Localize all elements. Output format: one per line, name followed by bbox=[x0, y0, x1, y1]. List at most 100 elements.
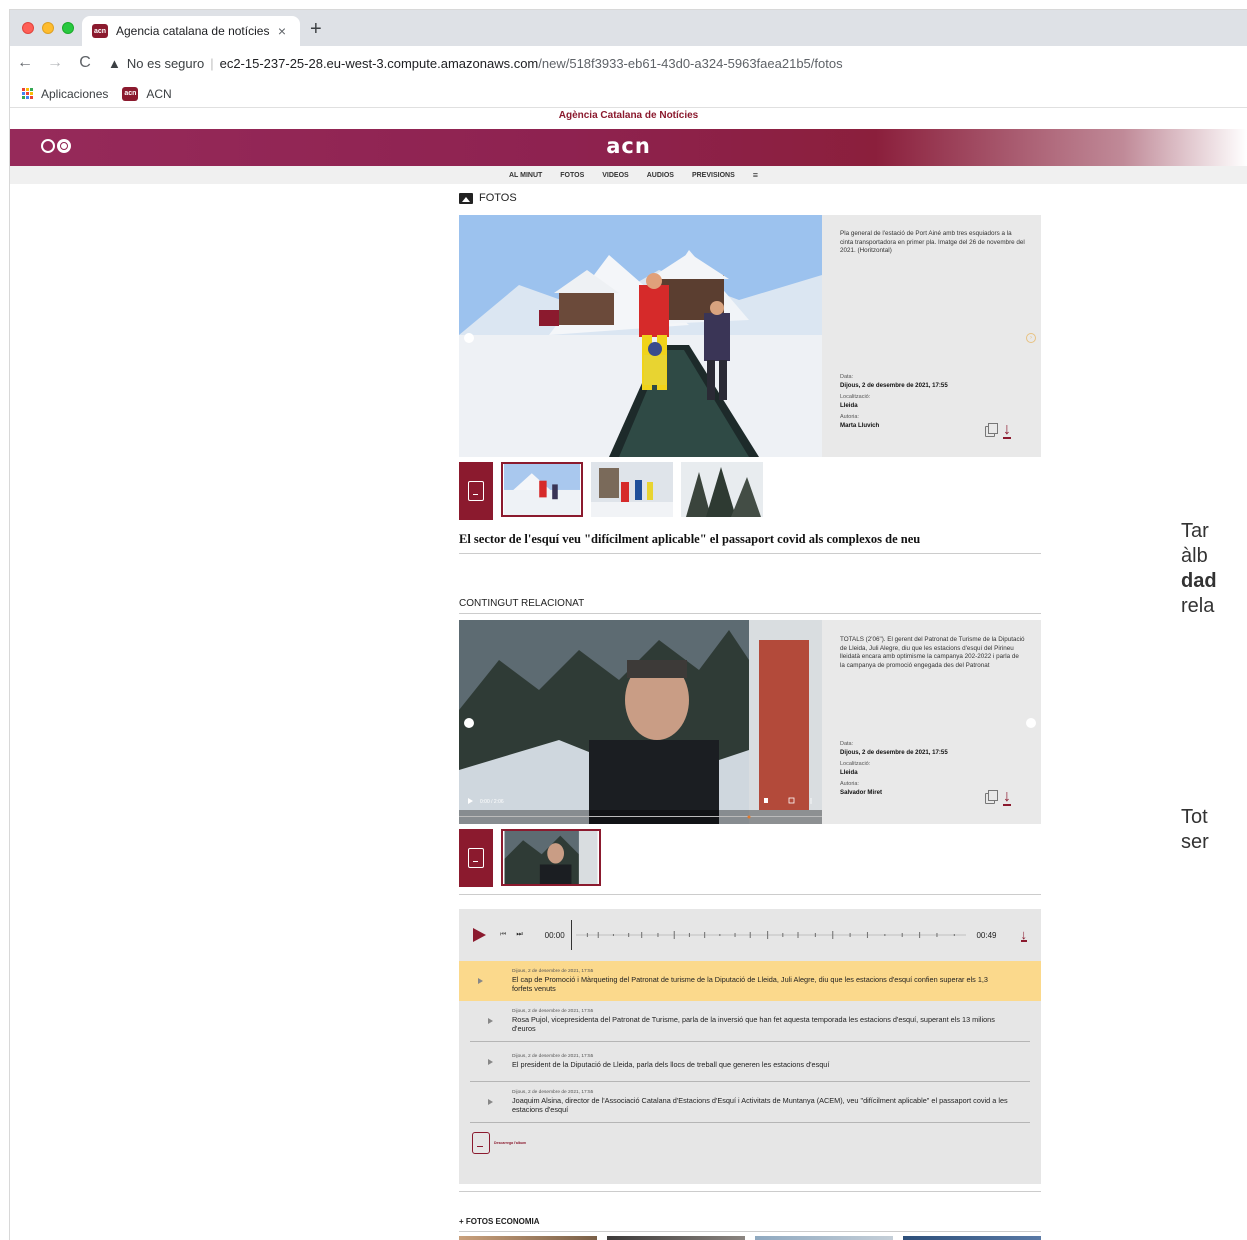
nav-audios[interactable]: AUDIOS bbox=[647, 172, 674, 179]
photo-card[interactable] bbox=[459, 1236, 597, 1240]
forward-button[interactable]: → bbox=[40, 54, 70, 72]
download-album-button[interactable] bbox=[459, 462, 493, 520]
photos-section: FOTOS bbox=[459, 192, 1041, 204]
video-viewer: 0:00 / 2:06 TOTALS (2'06"). El gerent de… bbox=[459, 620, 1041, 824]
close-tab-icon[interactable]: × bbox=[274, 23, 290, 39]
bookmark-apps[interactable]: Aplicaciones bbox=[22, 87, 108, 101]
date-value: Dijous, 2 de desembre de 2021, 17:55 bbox=[840, 748, 948, 756]
side-text-line: ser bbox=[1181, 831, 1209, 853]
play-icon[interactable] bbox=[488, 1099, 493, 1105]
side-text-block-1: Tar àlb dad rela bbox=[1181, 519, 1217, 619]
waveform[interactable] bbox=[575, 929, 967, 941]
acn-favicon: acn bbox=[122, 86, 139, 101]
audio-track[interactable]: Dijous, 2 de desembre de 2021, 17:55 Joa… bbox=[470, 1082, 1030, 1123]
nav-videos[interactable]: VIDEOS bbox=[602, 172, 628, 179]
play-icon[interactable] bbox=[488, 1058, 493, 1065]
thumbnail[interactable] bbox=[591, 462, 673, 517]
next-track-icon[interactable]: ⏭ bbox=[516, 931, 522, 939]
divider bbox=[459, 553, 1041, 554]
bookmark-acn[interactable]: acn ACN bbox=[122, 86, 172, 101]
nav-fotos[interactable]: FOTOS bbox=[560, 172, 584, 179]
play-icon[interactable] bbox=[478, 978, 483, 984]
photo-card[interactable] bbox=[607, 1236, 745, 1240]
maximize-window-button[interactable] bbox=[62, 22, 74, 34]
nav-previsions[interactable]: PREVISIONS bbox=[692, 172, 735, 179]
divider bbox=[459, 894, 1041, 895]
site-logo[interactable]: acn bbox=[10, 134, 1247, 158]
photo-card[interactable] bbox=[903, 1236, 1041, 1240]
audio-track[interactable]: Dijous, 2 de desembre de 2021, 17:55 El … bbox=[459, 961, 1041, 1001]
photos-section-title: FOTOS bbox=[459, 192, 1041, 204]
nav-al-minut[interactable]: AL MINUT bbox=[509, 172, 542, 179]
article-headline[interactable]: El sector de l'esquí veu "difícilment ap… bbox=[459, 532, 920, 547]
bookmark-label: Aplicaciones bbox=[41, 86, 109, 101]
date-label: Data: bbox=[840, 741, 854, 747]
prev-dot[interactable] bbox=[464, 718, 474, 728]
side-text-line: rela bbox=[1181, 595, 1215, 617]
location-value: Lleida bbox=[840, 768, 858, 776]
playhead[interactable] bbox=[570, 920, 572, 950]
download-icon[interactable]: ↓ bbox=[1020, 928, 1027, 942]
related-title: CONTINGUT RELACIONAT bbox=[459, 598, 585, 609]
menu-icon[interactable]: ≡ bbox=[753, 170, 758, 180]
download-icon[interactable]: ↓ bbox=[1003, 789, 1011, 806]
security-status[interactable]: No es seguro bbox=[127, 56, 204, 71]
download-album-label: Descarrega l'album bbox=[494, 1141, 527, 1145]
video-thumbnails bbox=[459, 829, 601, 887]
author-label: Autoria: bbox=[840, 781, 859, 788]
url-path: /new/518f3933-eb61-43d0-a324-5963faea21b… bbox=[538, 55, 843, 71]
warning-icon: ▲ bbox=[108, 55, 121, 71]
track-title: El president de la Diputació de Lleida, … bbox=[512, 1060, 830, 1069]
thumbnail[interactable] bbox=[501, 462, 583, 517]
audio-track[interactable]: Dijous, 2 de desembre de 2021, 17:55 Ros… bbox=[470, 1001, 1030, 1042]
track-title: Rosa Pujol, vicepresidenta del Patronat … bbox=[512, 1015, 995, 1033]
location-label: Localització: bbox=[840, 394, 871, 401]
author-label: Autoria: bbox=[840, 414, 859, 421]
play-icon[interactable] bbox=[473, 928, 486, 942]
divider bbox=[459, 1191, 1041, 1192]
url-divider: | bbox=[210, 55, 214, 71]
browser-tab[interactable]: acn Agencia catalana de notícies × bbox=[82, 16, 300, 46]
video-caption: TOTALS (2'06"). El gerent del Patronat d… bbox=[840, 636, 1025, 669]
back-button[interactable]: ← bbox=[10, 54, 40, 72]
download-icon[interactable]: ↓ bbox=[1003, 422, 1011, 439]
previous-track-icon[interactable]: ⏮ bbox=[500, 931, 506, 939]
photo-viewer: › Pla general de l'estació de Port Ainé … bbox=[459, 215, 1041, 457]
address-bar-row: ← → C ▲ No es seguro | ec2-15-237-25-28.… bbox=[10, 46, 1247, 80]
track-date: Dijous, 2 de desembre de 2021, 17:55 bbox=[512, 1090, 594, 1095]
web-page: Agència Catalana de Notícies acn AL MINU… bbox=[9, 107, 1247, 1240]
audio-track[interactable]: Dijous, 2 de desembre de 2021, 17:55 El … bbox=[470, 1042, 1030, 1082]
play-icon[interactable] bbox=[488, 1018, 493, 1024]
download-album-button[interactable] bbox=[459, 829, 493, 887]
photo-card[interactable] bbox=[755, 1236, 893, 1240]
copy-icon[interactable] bbox=[985, 422, 998, 437]
audio-player: ⏮ ⏭ 00:00 00:49 ↓ Dijous, 2 de desembre … bbox=[459, 909, 1041, 1184]
minimize-window-button[interactable] bbox=[42, 22, 54, 34]
next-dot[interactable] bbox=[1026, 718, 1036, 728]
track-title: Joaquim Alsina, director de l'Associació… bbox=[512, 1096, 1008, 1114]
side-text-line: àlb bbox=[1181, 545, 1208, 567]
new-tab-button[interactable]: + bbox=[310, 19, 322, 39]
thumbnail[interactable] bbox=[681, 462, 763, 517]
site-top-label: Agència Catalana de Notícies bbox=[558, 110, 699, 121]
prev-dot[interactable] bbox=[464, 333, 474, 343]
download-album-link[interactable]: Descarrega l'album bbox=[472, 1129, 1041, 1157]
more-photos-strip bbox=[459, 1236, 1041, 1240]
video-player[interactable]: 0:00 / 2:06 bbox=[459, 620, 822, 824]
url-host: ec2-15-237-25-28.eu-west-3.compute.amazo… bbox=[219, 55, 539, 71]
more-photos-title[interactable]: + FOTOS ECONOMIA bbox=[459, 1217, 540, 1226]
audio-controls: ⏮ ⏭ 00:00 00:49 ↓ bbox=[459, 909, 1041, 961]
side-text-block-2: Tot ser bbox=[1181, 805, 1209, 855]
download-album-icon bbox=[468, 848, 484, 868]
reload-button[interactable]: C bbox=[70, 54, 100, 72]
thumbnail[interactable] bbox=[501, 829, 601, 886]
url-input[interactable]: ▲ No es seguro | ec2-15-237-25-28.eu-wes… bbox=[108, 56, 843, 71]
photo-thumbnails bbox=[459, 462, 763, 520]
download-album-icon bbox=[472, 1132, 490, 1154]
video-actions: ↓ bbox=[985, 789, 1011, 806]
download-album-icon bbox=[468, 481, 484, 501]
next-arrow-icon[interactable]: › bbox=[1026, 333, 1036, 343]
copy-icon[interactable] bbox=[985, 789, 998, 804]
tab-bar: acn Agencia catalana de notícies × + bbox=[10, 10, 1247, 46]
close-window-button[interactable] bbox=[22, 22, 34, 34]
